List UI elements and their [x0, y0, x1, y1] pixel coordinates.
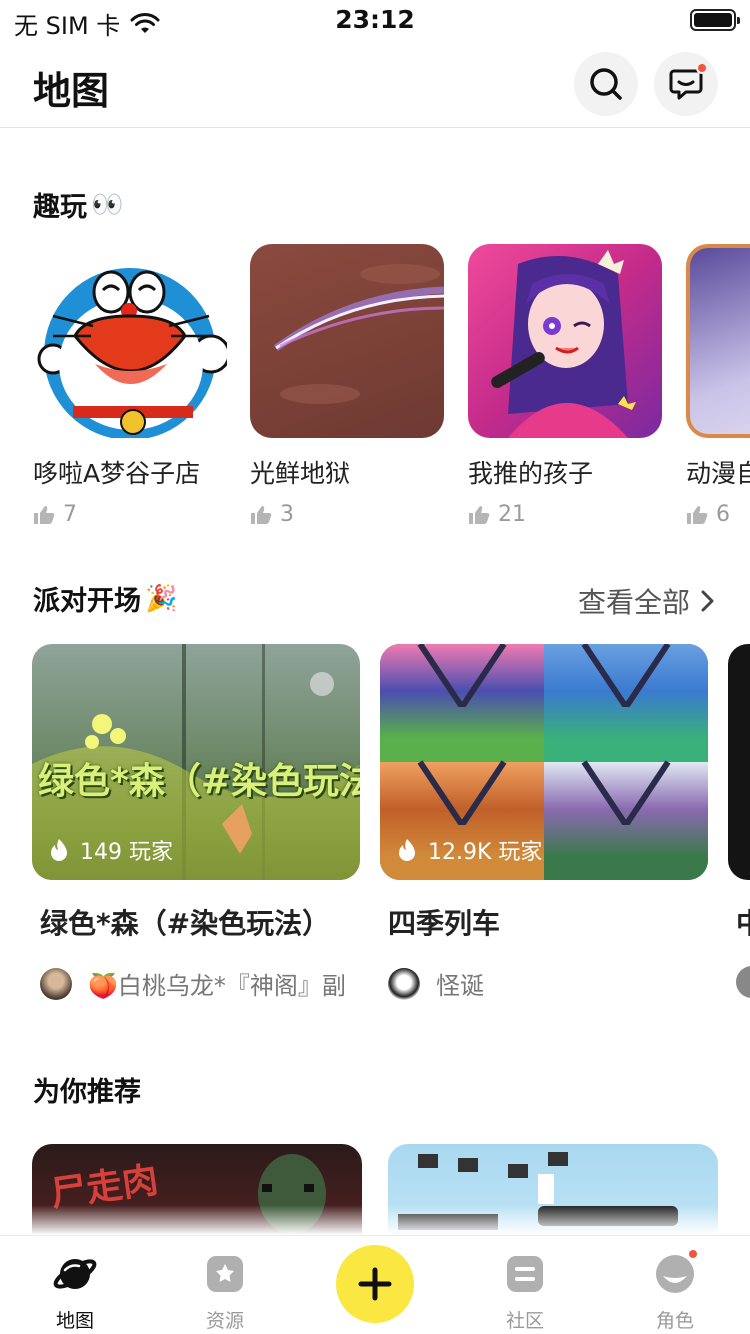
flame-icon — [399, 839, 415, 861]
party-card-author[interactable] — [728, 966, 750, 998]
fun-card-thumbnail — [468, 244, 662, 438]
party-card-title: 四季列车 — [388, 907, 501, 940]
tab-resources[interactable]: 资源 — [165, 1236, 285, 1334]
party-card[interactable]: 12.9K 玩家 四季列车 怪诞 — [380, 644, 708, 1001]
tab-label: 角色 — [655, 1310, 694, 1332]
see-all-label: 查看全部 — [577, 586, 690, 619]
fun-card-likes: 21 — [468, 502, 662, 527]
fun-section-title-text: 趣玩 — [33, 192, 87, 223]
avatar — [40, 967, 72, 1000]
thumbs-up-icon — [469, 505, 490, 524]
thumbs-up-icon — [687, 505, 708, 524]
tab-character[interactable]: 角色 — [615, 1236, 735, 1334]
content-fade — [0, 1205, 750, 1235]
party-card[interactable]: 绿色*森（#染色玩法） 149 玩家 绿色*森（#染色玩法） 🍑白桃乌龙*『神阁… — [32, 644, 360, 1001]
plus-icon — [358, 1267, 392, 1301]
party-card[interactable]: 中 — [728, 644, 750, 998]
fun-card-title: 光鲜地狱 — [250, 459, 351, 488]
resource-icon — [207, 1256, 243, 1292]
tab-bar: 地图 资源 社区 角色 — [0, 1235, 750, 1334]
community-icon — [507, 1256, 543, 1292]
author-name: 🍑白桃乌龙*『神阁』副 — [88, 972, 346, 1000]
fun-card-thumbnail — [33, 244, 227, 438]
eyes-emoji: 👀 — [91, 189, 124, 220]
fun-card[interactable]: 光鲜地狱 3 — [250, 244, 444, 527]
fun-card-likes: 6 — [686, 502, 750, 527]
party-card-thumbnail: 绿色*森（#染色玩法） 149 玩家 — [32, 644, 360, 880]
fun-section-title: 趣玩 👀 — [33, 185, 123, 224]
party-section-title: 派对开场 🎉 — [33, 579, 177, 618]
fun-card[interactable]: 我推的孩子 21 — [468, 244, 662, 527]
party-card-title: 中 — [728, 902, 750, 942]
player-count-label: 149 玩家 — [80, 840, 173, 865]
party-card-overlay-title: 绿色*森（#染色玩法） — [38, 761, 360, 802]
flame-icon — [51, 839, 67, 861]
party-popper-emoji: 🎉 — [145, 583, 178, 614]
party-card-author[interactable]: 怪诞 — [380, 966, 708, 1001]
like-count: 21 — [498, 502, 526, 527]
fun-card-title: 哆啦A梦谷子店 — [33, 459, 201, 488]
create-button[interactable] — [336, 1245, 414, 1323]
party-section-title-text: 派对开场 — [33, 586, 141, 617]
player-count: 12.9K 玩家 — [396, 834, 542, 866]
clock: 23:12 — [335, 5, 415, 34]
fun-card[interactable]: 动漫自 6 — [686, 244, 750, 527]
avatar — [388, 967, 420, 1000]
search-button[interactable] — [574, 52, 638, 116]
tab-label: 资源 — [205, 1310, 244, 1332]
tab-label: 地图 — [55, 1310, 94, 1332]
recommend-section-title: 为你推荐 — [33, 1070, 141, 1109]
map-feed[interactable]: 趣玩 👀 哆啦A梦谷子店 7 光鲜地狱 3 我推的孩子 21 动漫自 6 派对开… — [0, 129, 750, 1235]
like-count: 3 — [280, 502, 294, 527]
thumbs-up-icon — [34, 505, 55, 524]
message-button[interactable] — [654, 52, 718, 116]
fun-card-likes: 7 — [33, 502, 227, 527]
party-card-title: 绿色*森（#染色玩法） — [40, 907, 331, 940]
author-name: 怪诞 — [436, 972, 484, 1000]
player-count: 149 玩家 — [48, 834, 173, 866]
fun-card-title: 动漫自 — [686, 459, 750, 488]
avatar — [736, 966, 750, 998]
tab-label: 社区 — [505, 1310, 544, 1332]
message-badge — [696, 62, 708, 74]
fun-card-thumbnail — [250, 244, 444, 438]
party-card-author[interactable]: 🍑白桃乌龙*『神阁』副 — [32, 966, 360, 1001]
planet-icon — [53, 1259, 97, 1289]
fun-card-thumbnail — [686, 244, 750, 438]
chevron-right-icon — [701, 590, 714, 612]
character-badge — [687, 1248, 699, 1260]
like-count: 7 — [63, 502, 77, 527]
battery-icon — [690, 9, 740, 31]
fun-card-likes: 3 — [250, 502, 444, 527]
fun-card[interactable]: 哆啦A梦谷子店 7 — [33, 244, 227, 527]
recommend-section-title-text: 为你推荐 — [33, 1077, 141, 1108]
party-card-thumbnail: 12.9K 玩家 — [380, 644, 708, 880]
nav-header: 地图 — [0, 40, 750, 128]
tab-map[interactable]: 地图 — [15, 1236, 135, 1334]
see-all-link[interactable]: 查看全部 — [578, 581, 714, 621]
like-count: 6 — [716, 502, 730, 527]
fun-card-title: 我推的孩子 — [468, 459, 594, 488]
status-bar: 无 SIM 卡 23:12 — [0, 0, 750, 40]
party-card-thumbnail — [728, 644, 750, 880]
page-title: 地图 — [33, 69, 110, 113]
tab-community[interactable]: 社区 — [465, 1236, 585, 1334]
player-count-label: 12.9K 玩家 — [428, 840, 543, 865]
thumbs-up-icon — [251, 505, 272, 524]
search-icon — [590, 68, 622, 100]
